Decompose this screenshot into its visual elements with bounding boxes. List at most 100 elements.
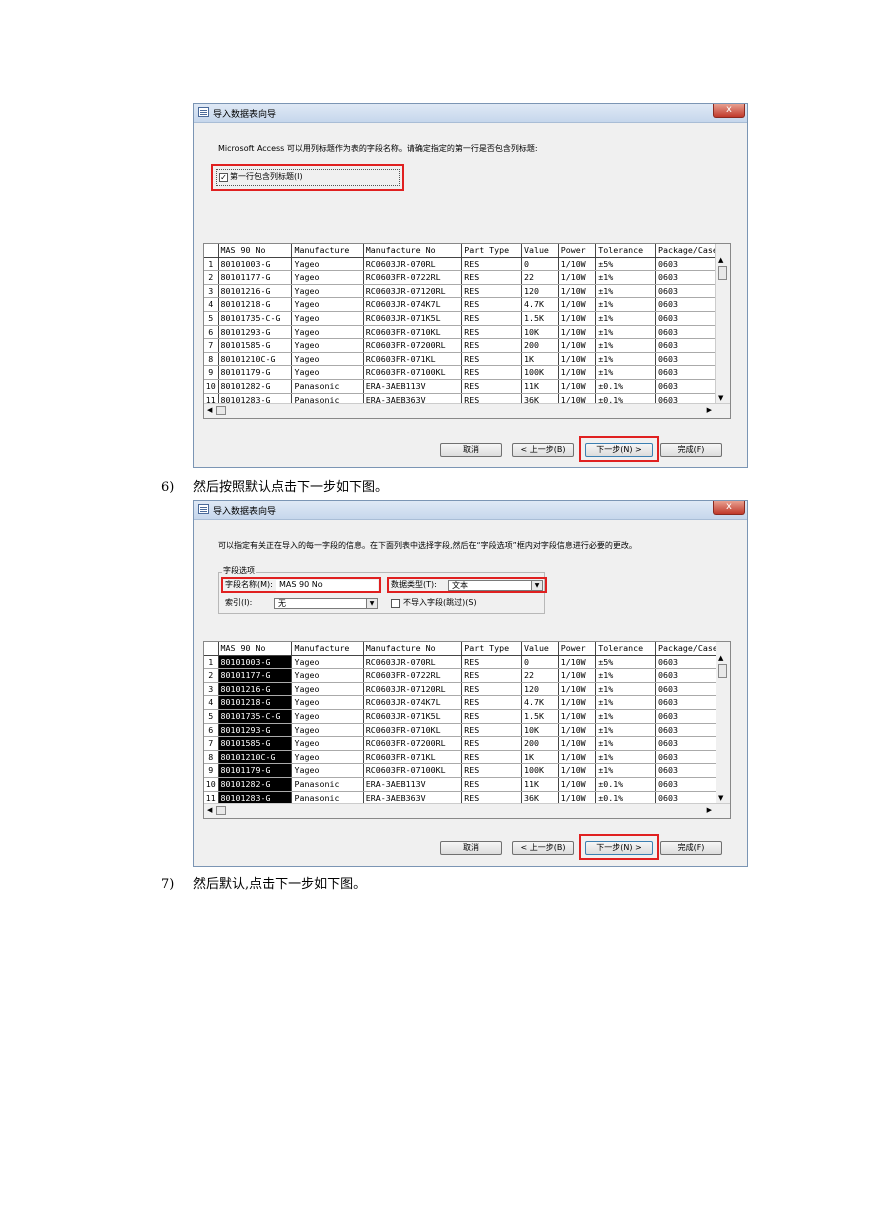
table-row[interactable]: 4 80101218-G Yageo RC0603JR-074K7L RES 4.7K 1/…	[204, 695, 730, 710]
table-cell: Panasonic	[291, 379, 364, 394]
table-cell: ±1%	[595, 365, 656, 380]
table-row[interactable]: 2 80101177-G Yageo RC0603FR-0722RL RES 22 1/10…	[204, 668, 730, 683]
table-cell: RES	[461, 682, 522, 697]
table-cell: 1/10W	[558, 763, 597, 778]
scroll-down-icon[interactable]: ▼	[718, 794, 723, 802]
cancel-button[interactable]: 取消	[440, 841, 502, 855]
table-row[interactable]: 9 80101179-G Yageo RC0603FR-07100KL RES 100K 1…	[204, 365, 730, 380]
table-row[interactable]: 10 80101282-G Panasonic ERA-3AEB113V RES 11K 1…	[204, 777, 730, 792]
table-cell: ±1%	[595, 682, 656, 697]
dialog-title: 导入数据表向导	[213, 507, 277, 517]
table-row[interactable]: 4 80101218-G Yageo RC0603JR-074K7L RES 4.7K 1/…	[204, 297, 730, 312]
column-header[interactable]: Value	[521, 642, 559, 656]
column-header[interactable]: MAS 90 No	[218, 244, 293, 258]
skip-field-checkbox[interactable]	[391, 599, 400, 608]
row-number: 7	[204, 338, 219, 353]
preview-grid[interactable]: MAS 90 No Manufacture Manufacture No Part T…	[203, 243, 731, 419]
horizontal-scrollbar[interactable]: ◀ ▶	[204, 403, 730, 418]
table-row[interactable]: 5 80101735-C-G Yageo RC0603JR-071K5L RES 1.5K…	[204, 311, 730, 326]
scroll-thumb-h[interactable]	[216, 806, 226, 815]
import-wizard-dialog-2: 导入数据表向导 x 可以指定有关正在导入的每一字段的信息。在下面列表中选择字段,…	[193, 500, 748, 867]
table-row[interactable]: 6 80101293-G Yageo RC0603FR-0710KL RES 10K 1/1…	[204, 325, 730, 340]
column-header[interactable]: Tolerance	[595, 642, 656, 656]
close-icon[interactable]: x	[713, 104, 745, 118]
table-row[interactable]: 3 80101216-G Yageo RC0603JR-07120RL RES 120 1/…	[204, 284, 730, 299]
column-header[interactable]: Value	[521, 244, 559, 258]
column-header[interactable]: Power	[558, 642, 597, 656]
vertical-scrollbar[interactable]: ▲ ▼	[715, 244, 730, 404]
table-cell: RC0603FR-07200RL	[363, 736, 463, 751]
table-row[interactable]: 7 80101585-G Yageo RC0603FR-07200RL RES 200 1/…	[204, 736, 730, 751]
next-button[interactable]: 下一步(N) >	[585, 841, 653, 855]
table-cell: 80101218-G	[218, 297, 293, 312]
table-cell: ±1%	[595, 311, 656, 326]
cancel-button[interactable]: 取消	[440, 443, 502, 457]
table-row[interactable]: 10 80101282-G Panasonic ERA-3AEB113V RES 11K 1…	[204, 379, 730, 394]
column-header[interactable]: Part Type	[461, 244, 522, 258]
field-name-input[interactable]: MAS 90 No	[276, 580, 378, 591]
column-header[interactable]: MAS 90 No	[218, 642, 293, 656]
table-cell: 80101585-G	[218, 736, 293, 751]
table-cell: 0	[521, 655, 559, 670]
table-cell: Yageo	[291, 352, 364, 367]
scroll-up-icon[interactable]: ▲	[718, 256, 723, 264]
caption-number: 7)	[161, 877, 175, 892]
scroll-thumb-h[interactable]	[216, 406, 226, 415]
table-cell: ±1%	[595, 352, 656, 367]
row-number: 1	[204, 257, 219, 272]
table-row[interactable]: 7 80101585-G Yageo RC0603FR-07200RL RES 200 1/…	[204, 338, 730, 353]
table-row[interactable]: 1 80101003-G Yageo RC0603JR-070RL RES 0 1/10W ±…	[204, 655, 730, 670]
table-row[interactable]: 8 80101210C-G Yageo RC0603FR-071KL RES 1K 1/10…	[204, 750, 730, 765]
data-type-select[interactable]: 文本 ▼	[448, 580, 543, 591]
table-cell: ±5%	[595, 655, 656, 670]
scroll-left-icon[interactable]: ◀	[207, 406, 212, 414]
chevron-down-icon[interactable]: ▼	[366, 599, 377, 608]
scroll-thumb[interactable]	[718, 664, 727, 678]
first-row-headers-checkbox[interactable]: ✓	[219, 173, 228, 182]
column-header[interactable]: Manufacture No	[363, 244, 463, 258]
table-cell: RC0603FR-0710KL	[363, 723, 463, 738]
scroll-thumb[interactable]	[718, 266, 727, 280]
scroll-down-icon[interactable]: ▼	[718, 394, 723, 402]
preview-table: MAS 90 No Manufacture Manufacture No Part T…	[204, 642, 730, 806]
table-cell: 200	[521, 736, 559, 751]
scroll-right-icon[interactable]: ▶	[707, 806, 712, 814]
back-button[interactable]: < 上一步(B)	[512, 443, 574, 457]
scroll-left-icon[interactable]: ◀	[207, 806, 212, 814]
vertical-scrollbar[interactable]: ▲ ▼	[716, 642, 730, 804]
table-row[interactable]: 5 80101735-C-G Yageo RC0603JR-071K5L RES 1.5K…	[204, 709, 730, 724]
table-row[interactable]: 9 80101179-G Yageo RC0603FR-07100KL RES 100K 1…	[204, 763, 730, 778]
index-select[interactable]: 无 ▼	[274, 598, 378, 609]
row-number: 10	[204, 777, 219, 792]
table-cell: RES	[461, 709, 522, 724]
finish-button[interactable]: 完成(F)	[660, 443, 722, 457]
column-header[interactable]: Manufacture	[291, 642, 364, 656]
column-header[interactable]: Power	[558, 244, 597, 258]
horizontal-scrollbar[interactable]: ◀ ▶	[204, 803, 730, 818]
table-row[interactable]: 2 80101177-G Yageo RC0603FR-0722RL RES 22 1/10…	[204, 270, 730, 285]
finish-button[interactable]: 完成(F)	[660, 841, 722, 855]
preview-grid[interactable]: MAS 90 No Manufacture Manufacture No Part T…	[203, 641, 731, 819]
row-number: 8	[204, 352, 219, 367]
column-header[interactable]: Manufacture	[291, 244, 364, 258]
table-row[interactable]: 6 80101293-G Yageo RC0603FR-0710KL RES 10K 1/1…	[204, 723, 730, 738]
table-cell: RES	[461, 736, 522, 751]
table-row[interactable]: 1 80101003-G Yageo RC0603JR-070RL RES 0 1/10W ±…	[204, 257, 730, 272]
next-button[interactable]: 下一步(N) >	[585, 443, 653, 457]
table-cell: Yageo	[291, 763, 364, 778]
column-header[interactable]: Manufacture No	[363, 642, 463, 656]
table-cell: 80101216-G	[218, 284, 293, 299]
row-number: 4	[204, 297, 219, 312]
row-number-header	[204, 244, 219, 258]
scroll-right-icon[interactable]: ▶	[707, 406, 712, 414]
chevron-down-icon[interactable]: ▼	[531, 581, 542, 590]
back-button[interactable]: < 上一步(B)	[512, 841, 574, 855]
column-header[interactable]: Part Type	[461, 642, 522, 656]
scroll-up-icon[interactable]: ▲	[718, 654, 723, 662]
table-row[interactable]: 3 80101216-G Yageo RC0603JR-07120RL RES 120 1/…	[204, 682, 730, 697]
close-icon[interactable]: x	[713, 501, 745, 515]
table-cell: 4.7K	[521, 695, 559, 710]
table-row[interactable]: 8 80101210C-G Yageo RC0603FR-071KL RES 1K 1/10…	[204, 352, 730, 367]
column-header[interactable]: Tolerance	[595, 244, 656, 258]
table-cell: 0	[521, 257, 559, 272]
